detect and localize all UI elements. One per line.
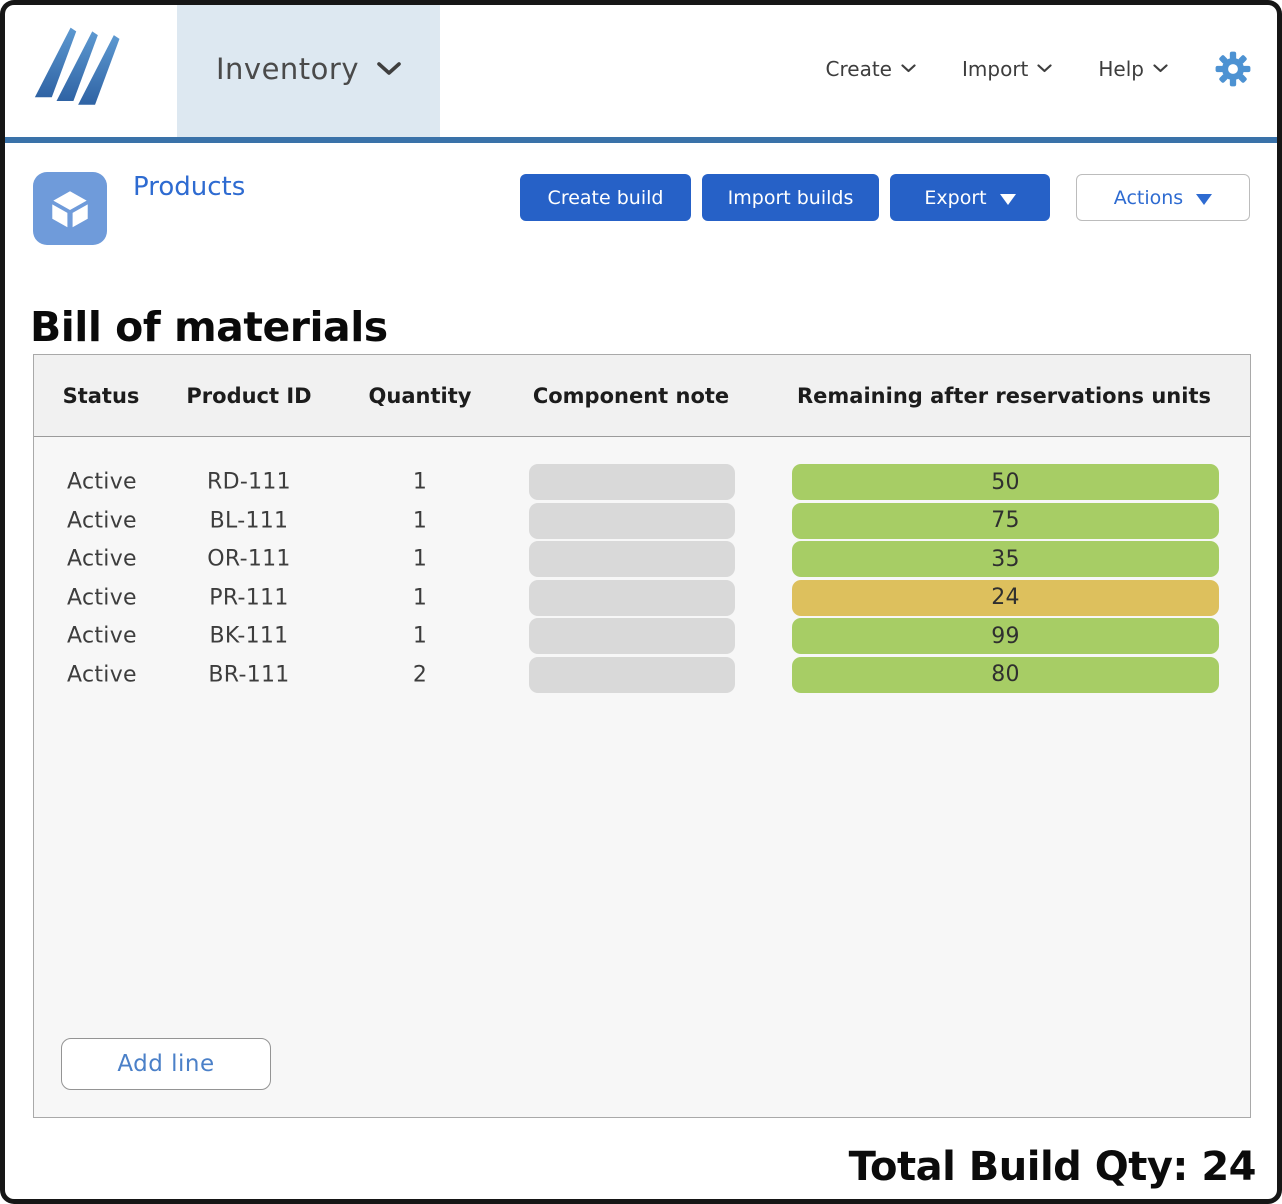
quantity-cell: 1: [413, 508, 427, 533]
product-id-cell: BL-111: [210, 508, 289, 533]
add-line-button[interactable]: Add line: [61, 1038, 271, 1090]
menu-import-label: Import: [962, 57, 1028, 81]
export-label: Export: [924, 187, 986, 209]
chevron-down-icon: [901, 64, 916, 73]
bill-of-materials-table: Status Product ID Quantity Component not…: [33, 354, 1251, 1118]
status-cell: Active: [67, 585, 137, 610]
inventory-module-dropdown[interactable]: Inventory: [177, 0, 440, 137]
triangle-down-icon: [1000, 194, 1016, 205]
remaining-pill: 50: [792, 464, 1219, 500]
column-header-quantity: Quantity: [369, 384, 472, 408]
table-row: Active BR-111 2 80: [34, 656, 1250, 695]
top-bar: Inventory Create Import Help: [0, 0, 1282, 137]
triangle-down-icon: [1196, 194, 1212, 205]
three-diagonal-stripes-logo: [33, 22, 127, 116]
quantity-cell: 1: [413, 585, 427, 610]
quantity-cell: 1: [413, 624, 427, 649]
actions-label: Actions: [1114, 187, 1183, 209]
accent-divider: [0, 137, 1282, 143]
table-header: Status Product ID Quantity Component not…: [34, 355, 1250, 437]
status-cell: Active: [67, 662, 137, 687]
quantity-cell: 2: [413, 662, 427, 687]
menu-help[interactable]: Help: [1098, 57, 1168, 81]
chevron-down-icon: [1037, 64, 1052, 73]
column-header-component-note: Component note: [533, 384, 729, 408]
component-note-field[interactable]: [529, 464, 735, 500]
page-title: Bill of materials: [30, 303, 388, 351]
menu-create[interactable]: Create: [826, 57, 916, 81]
product-id-cell: RD-111: [207, 470, 291, 495]
status-cell: Active: [67, 547, 137, 572]
remaining-pill: 75: [792, 503, 1219, 539]
component-note-field[interactable]: [529, 580, 735, 616]
menu-import[interactable]: Import: [962, 57, 1052, 81]
remaining-pill: 35: [792, 541, 1219, 577]
remaining-pill: 24: [792, 580, 1219, 616]
remaining-pill: 80: [792, 657, 1219, 693]
status-cell: Active: [67, 624, 137, 649]
status-cell: Active: [67, 470, 137, 495]
export-dropdown-button[interactable]: Export: [890, 174, 1050, 221]
top-menu-bar: Create Import Help: [826, 0, 1252, 137]
component-note-field[interactable]: [529, 503, 735, 539]
table-row: Active RD-111 1 50: [34, 463, 1250, 502]
create-build-button[interactable]: Create build: [520, 174, 691, 221]
gear-icon: [1214, 50, 1252, 88]
quantity-cell: 1: [413, 547, 427, 572]
chevron-down-icon: [377, 62, 401, 76]
create-build-label: Create build: [548, 187, 664, 209]
product-id-cell: BR-111: [208, 662, 289, 687]
products-link[interactable]: Products: [133, 172, 245, 202]
table-row: Active BK-111 1 99: [34, 617, 1250, 656]
component-note-field[interactable]: [529, 618, 735, 654]
app-page: Inventory Create Import Help: [0, 0, 1282, 1204]
import-builds-label: Import builds: [728, 187, 854, 209]
table-body: Active RD-111 1 50 Active BL-111 1 75 Ac…: [34, 437, 1250, 694]
inventory-module-label: Inventory: [216, 52, 359, 86]
box-cube-icon: [45, 184, 95, 234]
table-row: Active BL-111 1 75: [34, 502, 1250, 541]
chevron-down-icon: [1153, 64, 1168, 73]
company-logo-icon[interactable]: [33, 22, 127, 116]
product-id-cell: PR-111: [209, 585, 288, 610]
remaining-pill: 99: [792, 618, 1219, 654]
total-build-qty: Total Build Qty: 24: [849, 1144, 1256, 1190]
quantity-cell: 1: [413, 470, 427, 495]
product-id-cell: OR-111: [207, 547, 290, 572]
product-id-cell: BK-111: [210, 624, 289, 649]
import-builds-button[interactable]: Import builds: [702, 174, 879, 221]
column-header-product-id: Product ID: [186, 384, 311, 408]
status-cell: Active: [67, 508, 137, 533]
products-icon[interactable]: [33, 172, 107, 245]
component-note-field[interactable]: [529, 657, 735, 693]
actions-dropdown-button[interactable]: Actions: [1076, 174, 1250, 221]
table-row: Active OR-111 1 35: [34, 540, 1250, 579]
column-header-status: Status: [63, 384, 140, 408]
menu-help-label: Help: [1098, 57, 1144, 81]
settings-gear-icon[interactable]: [1214, 50, 1252, 88]
table-row: Active PR-111 1 24: [34, 579, 1250, 618]
component-note-field[interactable]: [529, 541, 735, 577]
menu-create-label: Create: [826, 57, 892, 81]
column-header-remaining: Remaining after reservations units: [797, 384, 1211, 408]
